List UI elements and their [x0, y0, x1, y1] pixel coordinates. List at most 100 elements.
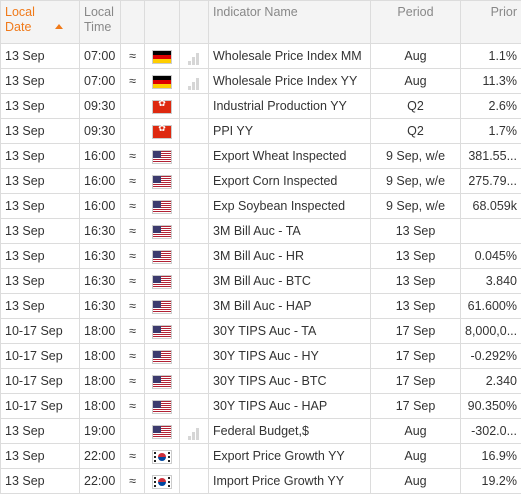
frequency-icon: ≈ — [121, 394, 145, 419]
frequency-icon: ≈ — [121, 469, 145, 494]
row-indicator-name[interactable]: 30Y TIPS Auc - BTC — [209, 369, 371, 394]
row-importance — [180, 144, 209, 169]
usa-flag-icon — [153, 301, 171, 313]
table-row[interactable]: 13 Sep16:30≈3M Bill Auc - TA13 Sep — [1, 219, 521, 244]
row-indicator-name[interactable]: Federal Budget,$ — [209, 419, 371, 444]
germany-flag-icon — [153, 76, 171, 88]
hong-kong-flag-icon — [153, 126, 171, 138]
frequency-icon: ≈ — [121, 344, 145, 369]
row-indicator-name[interactable]: PPI YY — [209, 119, 371, 144]
row-indicator-name[interactable]: 3M Bill Auc - HR — [209, 244, 371, 269]
table-row[interactable]: 13 Sep07:00≈Wholesale Price Index MMAug1… — [1, 44, 521, 69]
row-country — [145, 244, 180, 269]
row-prior: 19.2% — [461, 469, 521, 494]
table-row[interactable]: 13 Sep16:30≈3M Bill Auc - HR13 Sep0.045% — [1, 244, 521, 269]
row-date: 13 Sep — [1, 69, 80, 94]
row-indicator-name[interactable]: Export Price Growth YY — [209, 444, 371, 469]
row-country — [145, 119, 180, 144]
row-indicator-name[interactable]: Export Wheat Inspected — [209, 144, 371, 169]
row-date: 13 Sep — [1, 94, 80, 119]
row-country — [145, 144, 180, 169]
row-importance — [180, 344, 209, 369]
row-prior: 275.79... — [461, 169, 521, 194]
table-row[interactable]: 13 Sep16:00≈Exp Soybean Inspected9 Sep, … — [1, 194, 521, 219]
local-date-header[interactable]: Local Date — [1, 1, 80, 44]
usa-flag-icon — [153, 151, 171, 163]
table-row[interactable]: 10-17 Sep18:00≈30Y TIPS Auc - HAP17 Sep9… — [1, 394, 521, 419]
usa-flag-icon — [153, 251, 171, 263]
row-time: 16:00 — [80, 194, 121, 219]
germany-flag-icon — [153, 51, 171, 63]
table-row[interactable]: 10-17 Sep18:00≈30Y TIPS Auc - HY17 Sep-0… — [1, 344, 521, 369]
row-date: 13 Sep — [1, 419, 80, 444]
row-indicator-name[interactable]: 3M Bill Auc - TA — [209, 219, 371, 244]
row-importance — [180, 419, 209, 444]
row-indicator-name[interactable]: Industrial Production YY — [209, 94, 371, 119]
row-prior: 68.059k — [461, 194, 521, 219]
row-country — [145, 394, 180, 419]
row-country — [145, 169, 180, 194]
row-importance — [180, 219, 209, 244]
local-time-header[interactable]: Local Time — [80, 1, 121, 44]
row-date: 13 Sep — [1, 269, 80, 294]
row-country — [145, 419, 180, 444]
frequency-header — [121, 1, 145, 44]
row-prior: 8,000,0... — [461, 319, 521, 344]
table-row[interactable]: 10-17 Sep18:00≈30Y TIPS Auc - BTC17 Sep2… — [1, 369, 521, 394]
table-row[interactable]: 13 Sep22:00≈Export Price Growth YYAug16.… — [1, 444, 521, 469]
row-date: 13 Sep — [1, 194, 80, 219]
row-time: 16:30 — [80, 294, 121, 319]
row-importance — [180, 394, 209, 419]
table-row[interactable]: 13 Sep22:00≈Import Price Growth YYAug19.… — [1, 469, 521, 494]
row-country — [145, 44, 180, 69]
table-row[interactable]: 10-17 Sep18:00≈30Y TIPS Auc - TA17 Sep8,… — [1, 319, 521, 344]
row-indicator-name[interactable]: 3M Bill Auc - HAP — [209, 294, 371, 319]
row-period: Aug — [371, 444, 461, 469]
row-indicator-name[interactable]: Wholesale Price Index MM — [209, 44, 371, 69]
table-row[interactable]: 13 Sep16:00≈Export Corn Inspected9 Sep, … — [1, 169, 521, 194]
row-indicator-name[interactable]: Import Price Growth YY — [209, 469, 371, 494]
row-indicator-name[interactable]: Wholesale Price Index YY — [209, 69, 371, 94]
row-indicator-name[interactable]: Exp Soybean Inspected — [209, 194, 371, 219]
row-period: 17 Sep — [371, 369, 461, 394]
table-row[interactable]: 13 Sep07:00≈Wholesale Price Index YYAug1… — [1, 69, 521, 94]
table-row[interactable]: 13 Sep16:00≈Export Wheat Inspected9 Sep,… — [1, 144, 521, 169]
row-country — [145, 94, 180, 119]
row-country — [145, 219, 180, 244]
row-importance — [180, 319, 209, 344]
row-date: 13 Sep — [1, 294, 80, 319]
row-time: 09:30 — [80, 119, 121, 144]
row-importance — [180, 119, 209, 144]
row-time: 16:30 — [80, 219, 121, 244]
frequency-icon: ≈ — [121, 444, 145, 469]
table-row[interactable]: 13 Sep19:00Federal Budget,$Aug-302.0... — [1, 419, 521, 444]
row-time: 18:00 — [80, 344, 121, 369]
table-row[interactable]: 13 Sep16:30≈3M Bill Auc - BTC13 Sep3.840 — [1, 269, 521, 294]
row-period: Aug — [371, 469, 461, 494]
row-indicator-name[interactable]: 30Y TIPS Auc - TA — [209, 319, 371, 344]
frequency-icon: ≈ — [121, 44, 145, 69]
row-country — [145, 444, 180, 469]
row-indicator-name[interactable]: 30Y TIPS Auc - HY — [209, 344, 371, 369]
row-indicator-name[interactable]: Export Corn Inspected — [209, 169, 371, 194]
row-date: 13 Sep — [1, 444, 80, 469]
table-row[interactable]: 13 Sep16:30≈3M Bill Auc - HAP13 Sep61.60… — [1, 294, 521, 319]
table-row[interactable]: 13 Sep09:30PPI YYQ21.7% — [1, 119, 521, 144]
row-date: 13 Sep — [1, 44, 80, 69]
table-row[interactable]: 13 Sep09:30Industrial Production YYQ22.6… — [1, 94, 521, 119]
indicator-name-header[interactable]: Indicator Name — [209, 1, 371, 44]
row-indicator-name[interactable]: 30Y TIPS Auc - HAP — [209, 394, 371, 419]
row-indicator-name[interactable]: 3M Bill Auc - BTC — [209, 269, 371, 294]
row-period: 13 Sep — [371, 219, 461, 244]
frequency-icon — [121, 119, 145, 144]
row-date: 13 Sep — [1, 244, 80, 269]
row-country — [145, 294, 180, 319]
prior-header[interactable]: Prior — [461, 1, 521, 44]
period-header[interactable]: Period — [371, 1, 461, 44]
row-time: 09:30 — [80, 94, 121, 119]
local-time-header-label: Local Time — [84, 5, 116, 35]
row-country — [145, 469, 180, 494]
row-prior: -0.292% — [461, 344, 521, 369]
importance-bars-icon — [188, 76, 200, 88]
frequency-icon: ≈ — [121, 369, 145, 394]
